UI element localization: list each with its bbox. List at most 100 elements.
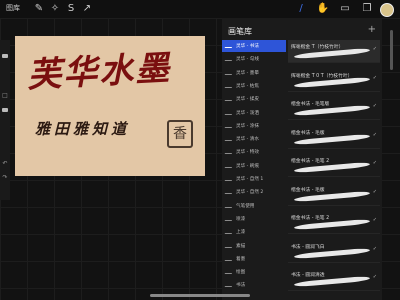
brush-category-label: 灵华 - 自然 1 <box>236 177 264 182</box>
brush-name: 挥毫楷金 T（竹枝竹叶） <box>291 45 344 50</box>
brush-category-icon <box>224 122 235 128</box>
brush-category-item[interactable]: 绘图 <box>222 266 286 278</box>
brush-category-label: 灵华 - 清水 <box>236 137 259 143</box>
brush-item[interactable]: 楷金书法 - 毛版 ✓ <box>288 183 380 206</box>
brush-category-item[interactable]: 灵华 - 泼洒 <box>222 107 286 119</box>
brush-category-label: 绘图 <box>236 270 246 276</box>
brush-name: 楷金书法 - 毛版 <box>291 187 325 193</box>
brush-category-label: 气笔使用 <box>236 203 255 209</box>
magic-wand-icon[interactable]: ✧ <box>48 2 62 16</box>
brush-category-item[interactable]: 灵华 - 揉皮 <box>222 93 286 105</box>
brush-category-label: 灵华 - 刷痕 <box>236 163 259 169</box>
left-sidebar: □ ↶ ↷ <box>0 40 10 200</box>
brush-item[interactable]: 楷金书法 - 毛版 ✓ <box>288 126 380 149</box>
home-indicator <box>150 294 250 297</box>
brush-item[interactable]: 书法 - 圆润清透 ✓ <box>288 268 380 291</box>
brush-item[interactable]: 书法 - 圆润飞白 ✓ <box>288 240 380 263</box>
brush-category-icon <box>224 43 235 48</box>
brush-category-item[interactable]: 灵华 - 自然 1 <box>222 173 286 185</box>
check-icon: ✓ <box>372 103 377 109</box>
eraser-icon[interactable]: ▭ <box>338 2 352 16</box>
brush-category-label: 灵华 - 书法 <box>236 44 259 49</box>
brush-category-label: 灵华 - 勾线 <box>236 57 259 63</box>
brush-category-item[interactable]: 着墨 <box>222 253 286 265</box>
check-icon: ✓ <box>372 245 377 252</box>
brush-category-icon <box>224 242 235 248</box>
brush-library-panel: 画笔库 + 灵华 - 书法 灵华 - 勾线 灵华 - 墨晕 灵华 - 枯焦 灵华 - 揉… <box>222 18 382 300</box>
brush-icon[interactable]: / <box>294 2 308 16</box>
brush-name: 楷金书法 - 毛版 <box>291 130 325 136</box>
brush-category-icon <box>224 69 235 75</box>
brush-name: 书法 - 圆润清透 <box>291 273 325 278</box>
brush-category-label: 灵华 - 揉皮 <box>236 97 259 103</box>
check-icon: ✓ <box>372 74 377 81</box>
brush-category-item[interactable]: 素描 <box>222 240 286 252</box>
check-icon: ✓ <box>372 274 377 280</box>
brush-name: 挥毫楷金 T 0 T（竹枝竹叶） <box>291 73 353 79</box>
brush-category-item[interactable]: 灵华 - 书法 <box>222 40 286 52</box>
brush-list: 挥毫楷金 T（竹枝竹叶） ✓ 挥毫楷金 T 0 T（竹枝竹叶） ✓ 楷金书法 - 毛笔版… <box>288 40 380 300</box>
brush-item[interactable]: 楷金书法 - 毛笔 2 ✓ <box>288 154 380 177</box>
wrench-icon[interactable]: ✎ <box>32 2 46 16</box>
opacity-slider[interactable] <box>2 108 8 112</box>
check-icon: ✓ <box>372 188 377 195</box>
brush-category-item[interactable]: 灵华 - 刷痕 <box>222 160 286 172</box>
brush-category-item[interactable]: 上漆 <box>222 226 286 238</box>
brush-item[interactable]: 楷金书法 - 毛笔 2 ✓ <box>288 211 380 234</box>
gallery-button[interactable]: 图库 <box>6 3 20 13</box>
brush-category-label: 灵华 - 涂抹 <box>236 123 259 129</box>
seal-stamp: 香 <box>167 120 193 148</box>
modify-button[interactable]: □ <box>1 92 9 100</box>
brush-category-label: 灵华 - 特效 <box>236 150 259 156</box>
selection-icon[interactable]: S <box>64 2 78 16</box>
brush-category-icon <box>224 56 235 62</box>
check-icon: ✓ <box>372 46 377 52</box>
smudge-icon[interactable]: ✋ <box>316 2 330 16</box>
brush-size-slider[interactable] <box>2 54 8 58</box>
brush-category-item[interactable]: 书法 <box>222 279 286 291</box>
brush-category-label: 着墨 <box>236 256 246 262</box>
brush-category-item[interactable]: 气笔使用 <box>222 200 286 212</box>
check-icon: ✓ <box>372 160 377 166</box>
brush-category-label: 灵华 - 枯焦 <box>236 83 259 89</box>
brush-name: 楷金书法 - 毛笔版 <box>291 102 330 107</box>
brush-item[interactable]: 楷金书法 - 毛笔版 ✓ <box>288 97 380 120</box>
brush-category-icon <box>224 109 235 115</box>
brush-category-item[interactable]: 灵华 - 特效 <box>222 146 286 158</box>
brush-category-icon <box>224 176 235 181</box>
brush-category-label: 书法 <box>236 283 246 289</box>
brush-category-item[interactable]: 灵华 - 枯焦 <box>222 80 286 92</box>
brush-category-icon <box>224 229 235 235</box>
scrollbar[interactable] <box>390 30 393 70</box>
check-icon: ✓ <box>372 131 377 138</box>
brush-category-item[interactable]: 灵华 - 勾线 <box>222 53 286 65</box>
layers-icon[interactable]: ❐ <box>360 2 374 16</box>
transform-arrow-icon[interactable]: ↗ <box>80 2 94 16</box>
brush-category-label: 喷漆 <box>236 216 246 222</box>
brush-category-label: 灵华 - 自然 2 <box>236 190 264 196</box>
color-swatch[interactable] <box>380 3 394 17</box>
panel-title: 画笔库 <box>228 27 252 36</box>
brush-category-item[interactable]: 灵华 - 涂抹 <box>222 120 286 132</box>
redo-icon[interactable]: ↷ <box>1 174 9 182</box>
category-list: 灵华 - 书法 灵华 - 勾线 灵华 - 墨晕 灵华 - 枯焦 灵华 - 揉皮 灵华 - … <box>222 40 286 300</box>
brush-item[interactable]: 挥毫楷金 T 0 T（竹枝竹叶） ✓ <box>288 69 380 92</box>
brush-category-item[interactable]: 灵华 - 清水 <box>222 133 286 145</box>
brush-category-item[interactable]: 喷漆 <box>222 213 286 225</box>
brush-category-icon <box>224 82 235 88</box>
brush-category-icon <box>224 149 235 155</box>
brush-category-item[interactable]: 灵华 - 墨晕 <box>222 67 286 79</box>
calligraphy-title: 芙华水墨 <box>26 48 173 96</box>
brush-category-label: 灵华 - 墨晕 <box>236 70 259 76</box>
undo-icon[interactable]: ↶ <box>1 160 9 168</box>
plus-icon[interactable]: + <box>368 24 376 35</box>
brush-name: 楷金书法 - 毛笔 2 <box>291 216 330 221</box>
brush-item[interactable]: 挥毫楷金 T（竹枝竹叶） ✓ <box>288 40 380 63</box>
brush-category-icon <box>224 255 235 261</box>
brush-category-icon <box>224 202 235 208</box>
brush-name: 楷金书法 - 毛笔 2 <box>291 159 330 164</box>
brush-category-item[interactable]: 灵华 - 自然 2 <box>222 186 286 198</box>
brush-category-icon <box>224 136 235 142</box>
brush-category-label: 素描 <box>236 243 246 249</box>
artboard-canvas[interactable]: 芙华水墨 雅田雅知道 香 <box>15 36 205 176</box>
